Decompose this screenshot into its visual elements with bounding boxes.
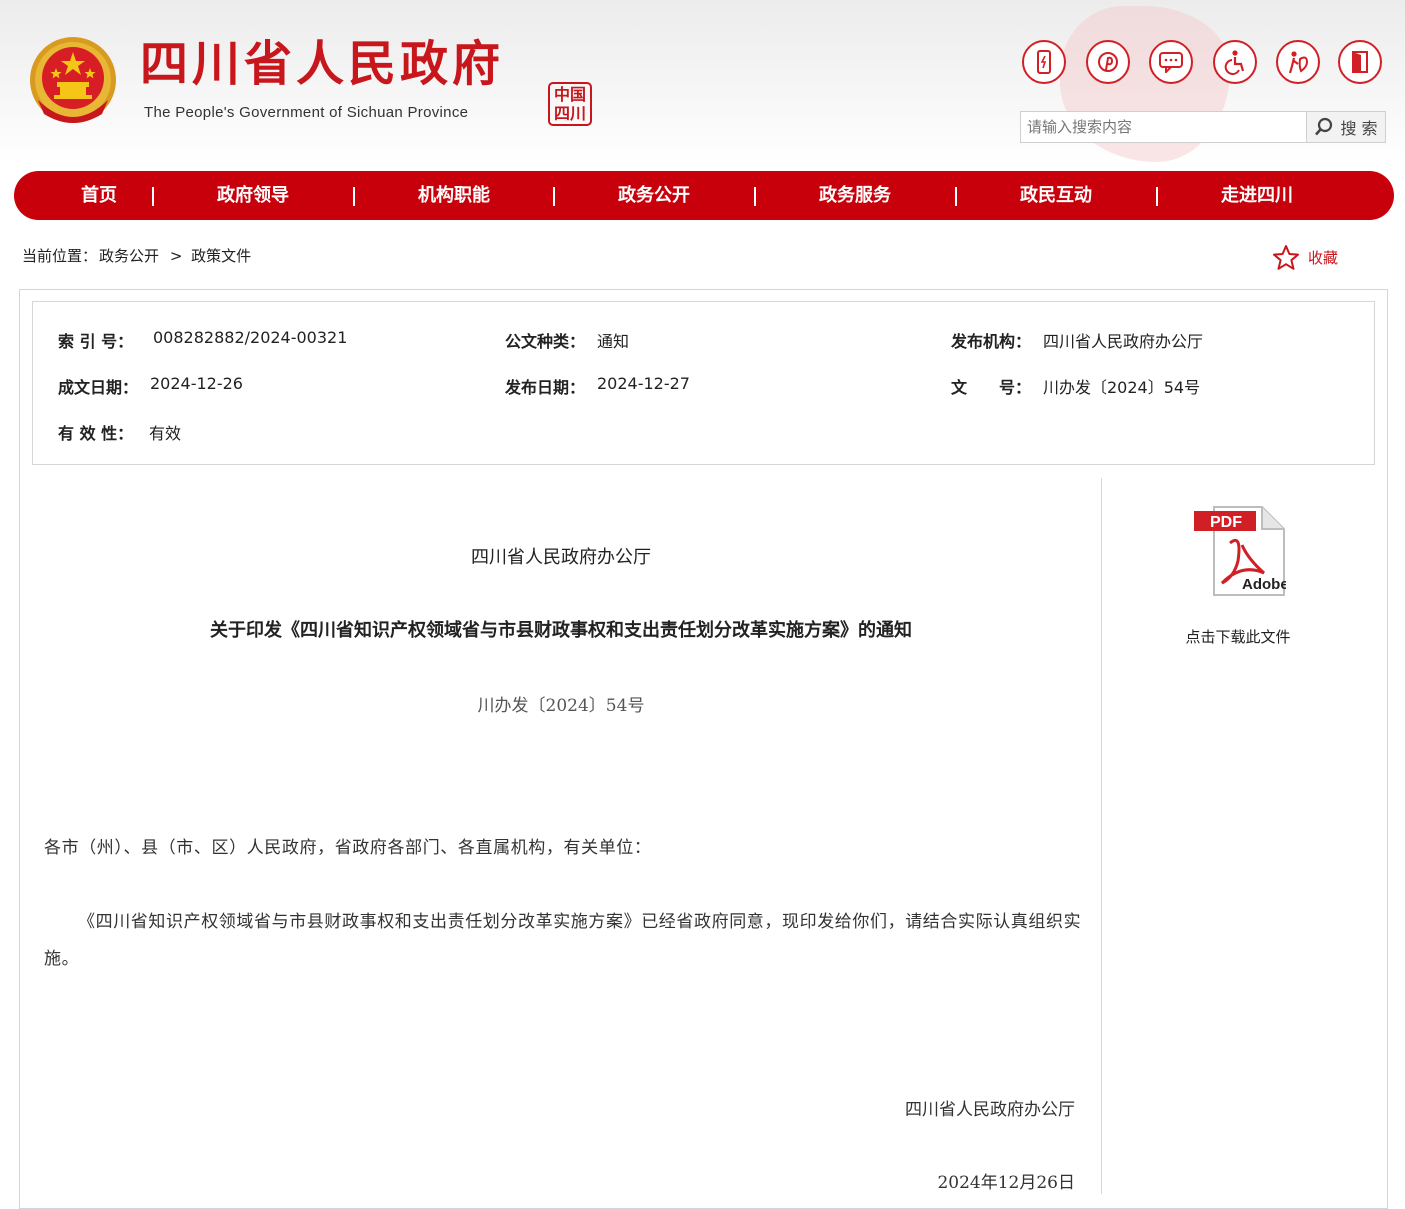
- sidebar-divider: [1101, 478, 1102, 1194]
- breadcrumb: 当前位置： 政务公开 > 政策文件: [22, 245, 253, 266]
- favorite-label: 收藏: [1308, 248, 1339, 267]
- search-input[interactable]: [1021, 112, 1320, 142]
- pdf-badge-text: PDF: [1210, 514, 1242, 531]
- search-button-label: 搜 索: [1340, 119, 1378, 138]
- nav-item-agencies[interactable]: 机构职能: [418, 171, 490, 220]
- document-title: 关于印发《四川省知识产权领域省与市县财政事权和支出责任划分改革实施方案》的通知: [210, 620, 912, 641]
- breadcrumb-separator: >: [169, 247, 183, 265]
- nav-item-leaders[interactable]: 政府领导: [217, 171, 289, 220]
- nav-item-services[interactable]: 政务服务: [819, 171, 891, 220]
- meta-docno-value: 川办发〔2024〕54号: [1043, 378, 1201, 397]
- document-issuer: 四川省人民政府办公厅: [471, 547, 651, 568]
- nav-separator: [955, 187, 957, 206]
- document-meta-table: 索 引 号： 008282882/2024-00321 公文种类： 通知 发布机…: [32, 301, 1375, 465]
- meta-type-label: 公文种类：: [505, 332, 586, 351]
- document-date: 2024年12月26日: [937, 1173, 1075, 1193]
- meta-validity: 有 效 性： 有效: [58, 420, 181, 444]
- meta-issuer-label: 发布机构：: [951, 332, 1032, 351]
- meta-published-value: 2024-12-27: [597, 374, 690, 393]
- nav-separator: [1156, 187, 1158, 206]
- nav-separator: [754, 187, 756, 206]
- pdf-download-link[interactable]: 点击下载此文件: [1102, 626, 1374, 647]
- meta-created-value: 2024-12-26: [150, 374, 243, 393]
- meta-type: 公文种类： 通知: [505, 328, 629, 352]
- seal-line-1: 中国: [553, 85, 586, 104]
- search-bar: 搜 索: [1020, 111, 1386, 143]
- favorite-button[interactable]: 收藏: [1272, 242, 1338, 272]
- meta-created-label: 成文日期：: [58, 378, 139, 397]
- nav-separator: [353, 187, 355, 206]
- meta-index-value: 008282882/2024-00321: [153, 328, 348, 347]
- nav-item-sichuan[interactable]: 走进四川: [1221, 171, 1293, 220]
- pdf-brand-text: Adobe: [1242, 576, 1286, 593]
- site-header: 四川省人民政府 The People's Government of Sichu…: [0, 0, 1405, 165]
- breadcrumb-link-policy[interactable]: 政策文件: [191, 247, 251, 265]
- site-title: 四川省人民政府: [140, 36, 505, 92]
- exit-door-icon[interactable]: [1338, 40, 1382, 84]
- mobile-icon[interactable]: [1022, 40, 1066, 84]
- document-salutation: 各市（州）、县（市、区）人民政府，省政府各部门、各直属机构，有关单位：: [44, 838, 652, 858]
- accessibility-icon[interactable]: [1213, 40, 1257, 84]
- pdf-download-icon[interactable]: PDF Adobe: [1190, 503, 1289, 599]
- meta-published-label: 发布日期：: [505, 378, 586, 397]
- elderly-care-icon[interactable]: [1276, 40, 1320, 84]
- nav-item-gov-affairs[interactable]: 政务公开: [618, 171, 690, 220]
- document-paragraph: 《四川省知识产权领域省与市县财政事权和支出责任划分改革实施方案》已经省政府同意，…: [44, 912, 1082, 969]
- national-emblem-icon[interactable]: [28, 36, 118, 128]
- search-icon: [1315, 117, 1333, 136]
- nav-separator: [152, 187, 154, 206]
- meta-validity-label: 有 效 性：: [58, 424, 134, 443]
- main-nav: 首页 政府领导 机构职能 政务公开 政务服务 政民互动 走进四川: [14, 171, 1394, 220]
- breadcrumb-link-gov-affairs[interactable]: 政务公开: [99, 247, 159, 265]
- site-subtitle: The People's Government of Sichuan Provi…: [144, 104, 469, 121]
- pinterest-icon[interactable]: [1086, 40, 1130, 84]
- meta-created: 成文日期： 2024-12-26: [58, 374, 243, 398]
- document-number: 川办发〔2024〕54号: [477, 696, 645, 716]
- meta-index: 索 引 号： 008282882/2024-00321: [58, 328, 347, 352]
- meta-type-value: 通知: [597, 332, 630, 351]
- meta-index-label: 索 引 号：: [58, 332, 134, 351]
- message-icon[interactable]: [1149, 40, 1193, 84]
- nav-item-home[interactable]: 首页: [81, 171, 117, 220]
- meta-issuer: 发布机构： 四川省人民政府办公厅: [951, 328, 1203, 352]
- china-seal-logo: 中国 四川: [548, 82, 592, 126]
- meta-issuer-value: 四川省人民政府办公厅: [1043, 332, 1204, 351]
- nav-item-interaction[interactable]: 政民互动: [1020, 171, 1092, 220]
- document-signature: 四川省人民政府办公厅: [905, 1100, 1075, 1120]
- meta-published: 发布日期： 2024-12-27: [505, 374, 690, 398]
- search-button[interactable]: 搜 索: [1306, 112, 1385, 142]
- nav-separator: [553, 187, 555, 206]
- meta-docno-label: 文 号：: [951, 378, 1032, 397]
- star-icon: [1273, 244, 1299, 270]
- seal-line-2: 四川: [553, 104, 586, 123]
- meta-validity-value: 有效: [149, 424, 182, 443]
- meta-docno: 文 号： 川办发〔2024〕54号: [951, 374, 1200, 398]
- breadcrumb-prefix: 当前位置：: [22, 247, 98, 265]
